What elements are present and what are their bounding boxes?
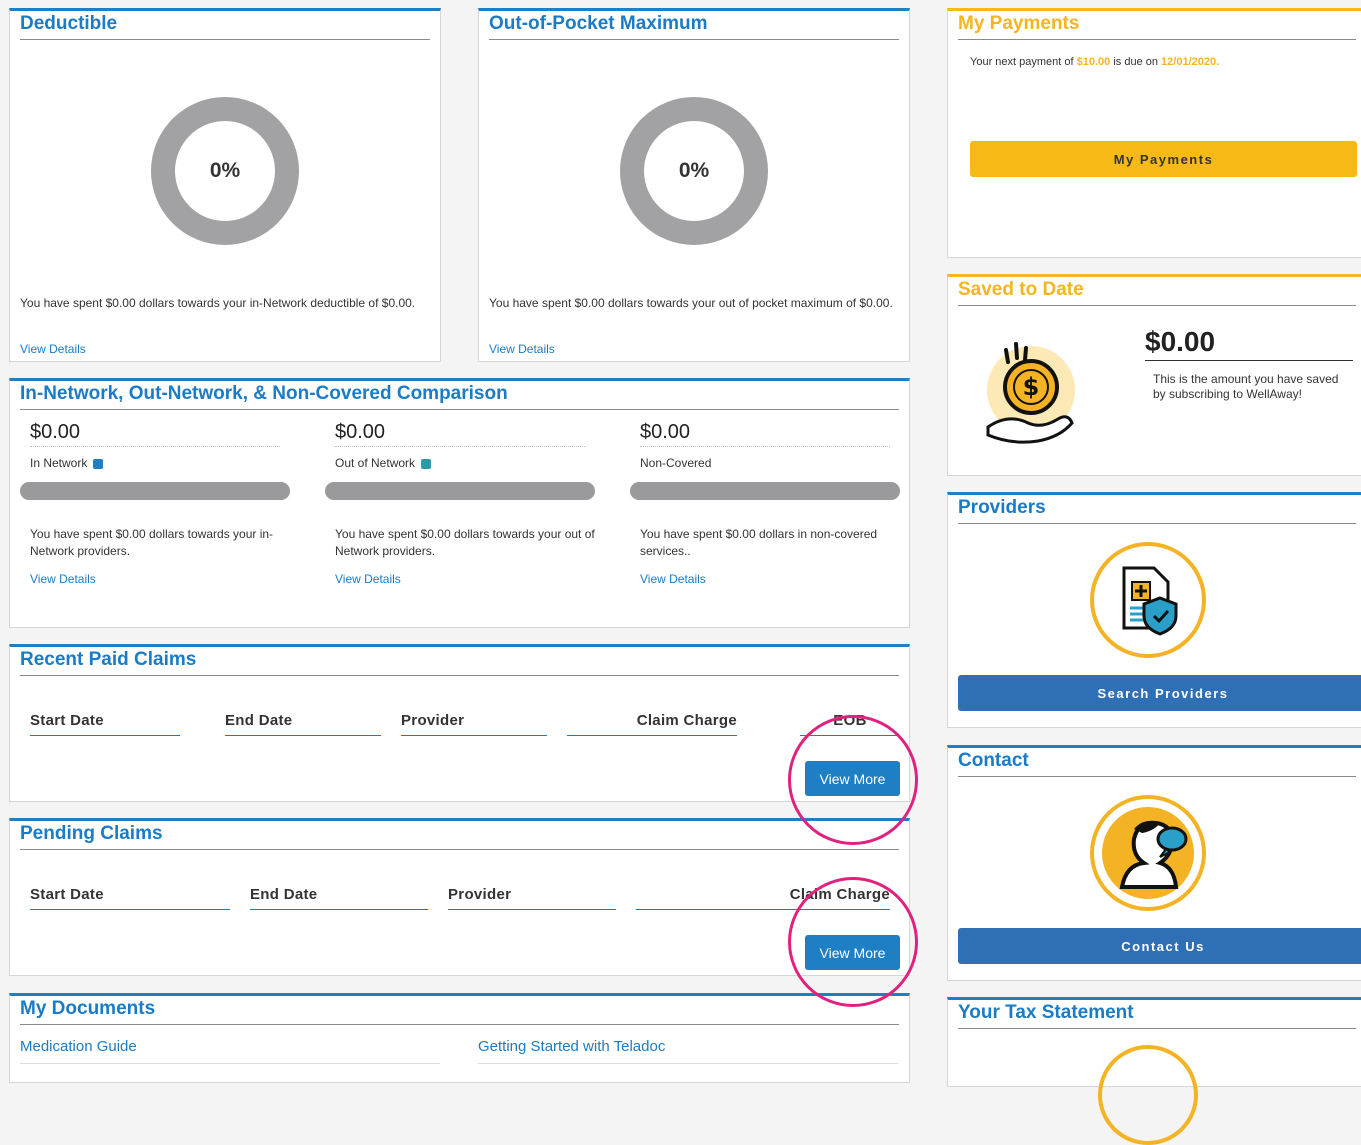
pending-col-end-date: End Date (250, 886, 428, 910)
tax-statement-icon (1098, 1045, 1198, 1145)
out-network-label: Out of Network (335, 455, 432, 472)
recent-col-claim-charge: Claim Charge (567, 712, 737, 736)
oop-percent: 0% (678, 159, 710, 182)
saved-amount: $0.00 (1145, 326, 1353, 361)
contact-title: Contact (958, 750, 1356, 777)
medical-document-shield-icon (1090, 542, 1206, 658)
payments-amount: $10.00 (1076, 56, 1111, 68)
coin-hand-icon: $ (976, 332, 1086, 452)
tax-title: Your Tax Statement (958, 1002, 1356, 1029)
deductible-text: You have spent $0.00 dollars towards you… (20, 296, 416, 310)
payments-text-prefix: Your next payment of (970, 56, 1077, 68)
documents-card: My Documents Medication Guide Getting St… (9, 993, 910, 1083)
payments-text: Your next payment of $10.00 is due on 12… (970, 56, 1219, 68)
in-network-text: You have spent $0.00 dollars towards you… (30, 527, 274, 558)
out-network-view-details-link[interactable]: View Details (335, 572, 401, 586)
pending-col-provider: Provider (448, 886, 616, 910)
in-network-amount: $0.00 (30, 421, 280, 447)
recent-claims-card: Recent Paid Claims Start Date End Date P… (9, 644, 910, 802)
oop-donut: 0% (620, 97, 768, 245)
non-covered-label: Non-Covered (640, 456, 712, 470)
out-network-text: You have spent $0.00 dollars towards you… (335, 527, 595, 558)
document-link-medication-guide[interactable]: Medication Guide (20, 1038, 440, 1064)
in-network-label-text: In Network (30, 456, 88, 470)
recent-col-provider: Provider (401, 712, 547, 736)
pending-claims-title: Pending Claims (20, 823, 899, 850)
recent-col-start-date: Start Date (30, 712, 180, 736)
in-network-label: In Network (30, 455, 104, 472)
my-payments-button[interactable]: My Payments (970, 141, 1357, 177)
payments-card: My Payments Your next payment of $10.00 … (947, 8, 1361, 258)
document-link-teladoc[interactable]: Getting Started with Teladoc (478, 1038, 898, 1064)
pending-claims-card: Pending Claims Start Date End Date Provi… (9, 818, 910, 976)
non-covered-amount: $0.00 (640, 421, 890, 447)
deductible-view-details-link[interactable]: View Details (20, 342, 86, 356)
svg-text:$: $ (1023, 373, 1040, 401)
oop-card: Out-of-Pocket Maximum 0% You have spent … (478, 8, 910, 362)
out-network-swatch (421, 458, 432, 469)
payments-text-mid: is due on (1110, 56, 1162, 68)
in-network-swatch (93, 458, 104, 469)
recent-col-end-date: End Date (225, 712, 381, 736)
providers-card: Providers Search Providers (947, 492, 1361, 728)
deductible-percent: 0% (209, 159, 241, 182)
deductible-title: Deductible (20, 13, 430, 40)
documents-title: My Documents (20, 998, 899, 1025)
deductible-donut: 0% (151, 97, 299, 245)
providers-title: Providers (958, 497, 1356, 524)
saved-card: Saved to Date $ $0.00 This is the amount… (947, 274, 1361, 476)
oop-view-details-link[interactable]: View Details (489, 342, 555, 356)
out-network-label-text: Out of Network (335, 456, 416, 470)
recent-claims-view-more-button[interactable]: View More (805, 761, 900, 796)
search-providers-button[interactable]: Search Providers (958, 675, 1361, 711)
recent-claims-title: Recent Paid Claims (20, 649, 899, 676)
comparison-card: In-Network, Out-Network, & Non-Covered C… (9, 378, 910, 628)
out-network-amount: $0.00 (335, 421, 585, 447)
non-covered-view-details-link[interactable]: View Details (640, 572, 706, 586)
non-covered-progress-bar (630, 482, 900, 500)
deductible-card: Deductible 0% You have spent $0.00 dolla… (9, 8, 441, 362)
oop-text: You have spent $0.00 dollars towards you… (489, 296, 893, 310)
pending-col-claim-charge: Claim Charge (636, 886, 890, 910)
pending-claims-view-more-button[interactable]: View More (805, 935, 900, 970)
comparison-title: In-Network, Out-Network, & Non-Covered C… (20, 383, 899, 410)
recent-col-eob: EOB (800, 712, 900, 736)
pending-col-start-date: Start Date (30, 886, 230, 910)
payments-date: 12/01/2020. (1161, 56, 1220, 68)
in-network-view-details-link[interactable]: View Details (30, 572, 96, 586)
out-network-progress-bar (325, 482, 595, 500)
oop-title: Out-of-Pocket Maximum (489, 13, 899, 40)
saved-title: Saved to Date (958, 279, 1356, 306)
non-covered-text: You have spent $0.00 dollars in non-cove… (640, 527, 878, 558)
payments-title: My Payments (958, 13, 1356, 40)
saved-text: This is the amount you have saved by sub… (1153, 372, 1339, 401)
person-chat-icon (1090, 795, 1206, 911)
contact-card: Contact Contact Us (947, 745, 1361, 981)
tax-card: Your Tax Statement (947, 997, 1361, 1145)
contact-us-button[interactable]: Contact Us (958, 928, 1361, 964)
in-network-progress-bar (20, 482, 290, 500)
